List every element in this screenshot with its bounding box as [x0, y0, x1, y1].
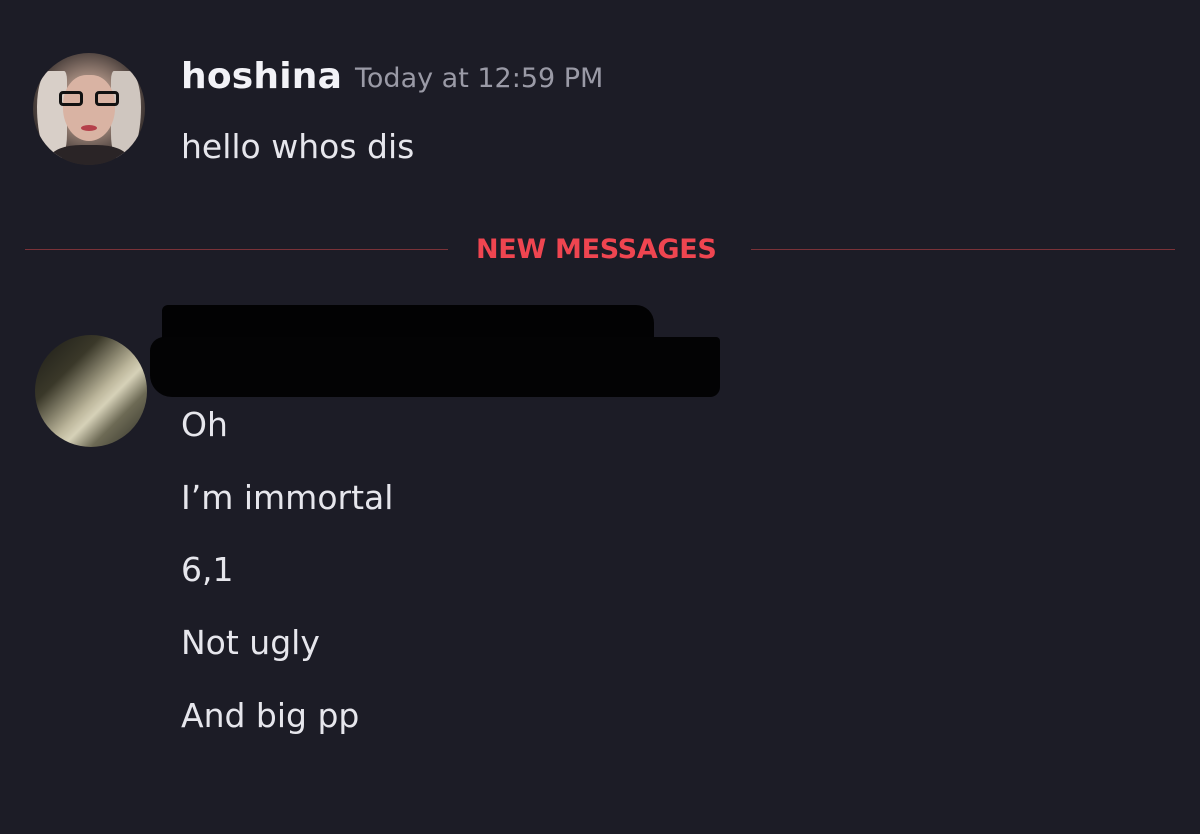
message-author[interactable]: hoshina [181, 56, 342, 97]
divider-line-left [25, 249, 448, 250]
message-text: And big pp [181, 696, 360, 735]
avatar-glasses [59, 91, 119, 107]
new-messages-label: NEW MESSAGES [476, 234, 717, 265]
message-text: Oh [181, 405, 228, 444]
new-messages-divider: NEW MESSAGES [0, 230, 1200, 270]
message-group-hoshina: hoshina Today at 12:59 PM hello whos dis [0, 0, 1200, 200]
message-text: hello whos dis [181, 127, 415, 166]
message-timestamp: Today at 12:59 PM [355, 63, 604, 94]
avatar-lips [81, 125, 97, 131]
avatar-face [63, 75, 115, 141]
glasses-lens-right [95, 91, 119, 106]
divider-line-right [751, 249, 1175, 250]
message-text: 6,1 [181, 550, 234, 589]
avatar-hoshina[interactable] [33, 53, 145, 165]
avatar-shirt [51, 145, 127, 165]
message-text: I’m immortal [181, 478, 394, 517]
chat-view: hoshina Today at 12:59 PM hello whos dis… [0, 0, 1200, 834]
redacted-username-block [150, 305, 720, 397]
glasses-lens-left [59, 91, 83, 106]
redaction-block-bottom [150, 337, 720, 397]
avatar-redacted-user[interactable] [35, 335, 147, 447]
message-text: Not ugly [181, 623, 320, 662]
